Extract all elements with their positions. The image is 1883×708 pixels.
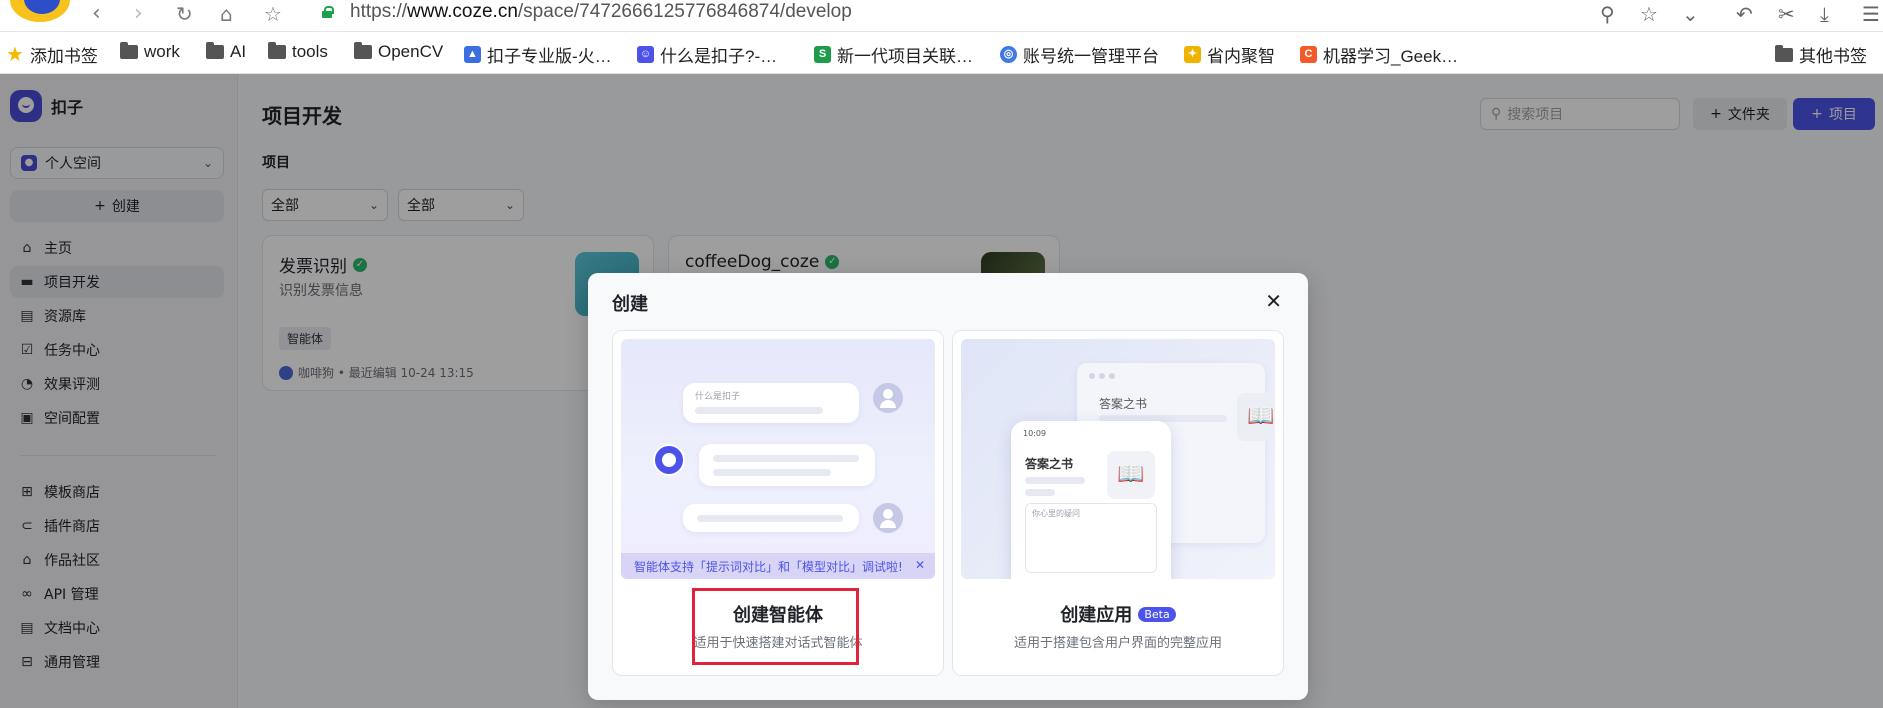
create-agent-option[interactable]: 什么是扣子 智能体支持「提示词对比」和「模型对比」调试啦! ✕ 创建智能体 适用… [612, 330, 944, 676]
sample-question: 什么是扣子 [695, 392, 741, 402]
agent-illustration: 什么是扣子 智能体支持「提示词对比」和「模型对比」调试啦! ✕ [621, 339, 935, 579]
book-icon: 📖 [1107, 451, 1155, 499]
zoom-icon[interactable]: ⚲ [1600, 2, 1615, 26]
folder-icon [120, 42, 138, 59]
option-name: 创建应用 Beta [953, 601, 1283, 627]
address-bar[interactable]: https://www.coze.cn/space/74726661257768… [350, 1, 852, 23]
create-app-option[interactable]: 答案之书 📖 10:09 答案之书 📖 你心里的疑问 创建应用 Beta 适用于搭… [952, 330, 1284, 676]
undo-icon[interactable]: ↶ [1736, 2, 1753, 26]
folder-icon [354, 42, 372, 59]
bookmark-folder-tools[interactable]: tools [268, 42, 328, 62]
lock-icon [322, 6, 334, 18]
bookmark-add[interactable]: ★ 添加书签 [6, 42, 98, 67]
chat-bubble [699, 444, 875, 486]
menu-icon[interactable]: ☰ [1862, 2, 1880, 26]
window-title: 答案之书 [1099, 397, 1148, 411]
beta-badge: Beta [1138, 606, 1176, 622]
create-modal: 创建 ✕ 什么是扣子 智能体支持「提示词对比」和「模型对比」调试啦! ✕ 创建智… [588, 273, 1308, 700]
user-avatar-icon [873, 383, 903, 413]
bookmark-folder-work[interactable]: work [120, 42, 180, 62]
agent-banner: 智能体支持「提示词对比」和「模型对比」调试啦! ✕ [621, 553, 935, 579]
favorite-icon[interactable]: ☆ [1640, 2, 1658, 26]
bot-avatar-icon [653, 444, 685, 476]
textarea-placeholder: 你心里的疑问 [1032, 509, 1080, 518]
bookmark-account[interactable]: ◎ 账号统一管理平台 [1000, 42, 1159, 67]
download-icon[interactable]: ⤓ [1820, 2, 1829, 26]
book-icon: 📖 [1237, 393, 1275, 441]
chat-bubble [683, 504, 859, 532]
bookmark-folder-ai[interactable]: AI [206, 42, 246, 62]
bookmark-project[interactable]: S 新一代项目关联… [814, 42, 973, 67]
bookmark-coze-pro[interactable]: ▲ 扣子专业版-火… [464, 42, 612, 67]
bookmark-juzhi[interactable]: ✦ 省内聚智 [1184, 42, 1275, 67]
browser-logo [10, 0, 70, 22]
star-icon: ★ [6, 44, 24, 66]
forward-icon[interactable]: › [134, 2, 143, 26]
account-icon: ◎ [1000, 46, 1017, 63]
modal-title: 创建 [612, 294, 648, 315]
textarea-mock: 你心里的疑问 [1025, 503, 1157, 573]
banner-text: 智能体支持「提示词对比」和「模型对比」调试啦! [634, 559, 903, 574]
chat-bubble: 什么是扣子 [683, 383, 859, 423]
geek-icon: C [1300, 46, 1317, 63]
option-desc: 适用于搭建包含用户界面的完整应用 [1013, 636, 1222, 651]
juzhi-icon: ✦ [1184, 46, 1201, 63]
app-option-title: 创建应用 [1060, 605, 1133, 626]
phone-mock: 10:09 答案之书 📖 你心里的疑问 [1011, 421, 1171, 579]
close-icon[interactable]: ✕ [1265, 289, 1282, 313]
browser-toolbar: ‹ › ↻ ⌂ ☆ https://www.coze.cn/space/7472… [0, 0, 1883, 32]
folder-icon [268, 42, 286, 59]
highlight-box [692, 588, 859, 665]
sheet-icon: S [814, 46, 831, 63]
phone-title: 答案之书 [1025, 457, 1074, 471]
app-illustration: 答案之书 📖 10:09 答案之书 📖 你心里的疑问 [961, 339, 1275, 579]
bookmark-ml-geek[interactable]: C 机器学习_Geek… [1300, 42, 1458, 67]
bookmarks-bar: ★ 添加书签 work AI tools OpenCV ▲ 扣子专业版-火… ☺ 什么… [0, 32, 1883, 74]
back-icon[interactable]: ‹ [92, 2, 101, 26]
bookmark-star-icon[interactable]: ☆ [264, 2, 282, 26]
folder-icon [206, 42, 224, 59]
volcano-icon: ▲ [464, 46, 481, 63]
phone-time: 10:09 [1023, 429, 1047, 438]
bookmark-folder-opencv[interactable]: OpenCV [354, 42, 443, 62]
scissors-icon[interactable]: ✂ [1778, 2, 1795, 26]
coze-icon: ☺ [637, 46, 654, 63]
reload-icon[interactable]: ↻ [176, 2, 193, 26]
home-icon[interactable]: ⌂ [220, 2, 233, 26]
dropdown-icon[interactable]: ⌄ [1682, 2, 1699, 26]
bookmark-folder-other[interactable]: 其他书签 [1775, 42, 1867, 67]
close-icon[interactable]: ✕ [915, 558, 925, 572]
user-avatar-icon [873, 503, 903, 533]
bookmark-what-is-coze[interactable]: ☺ 什么是扣子?-… [637, 42, 777, 67]
folder-icon [1775, 44, 1793, 62]
